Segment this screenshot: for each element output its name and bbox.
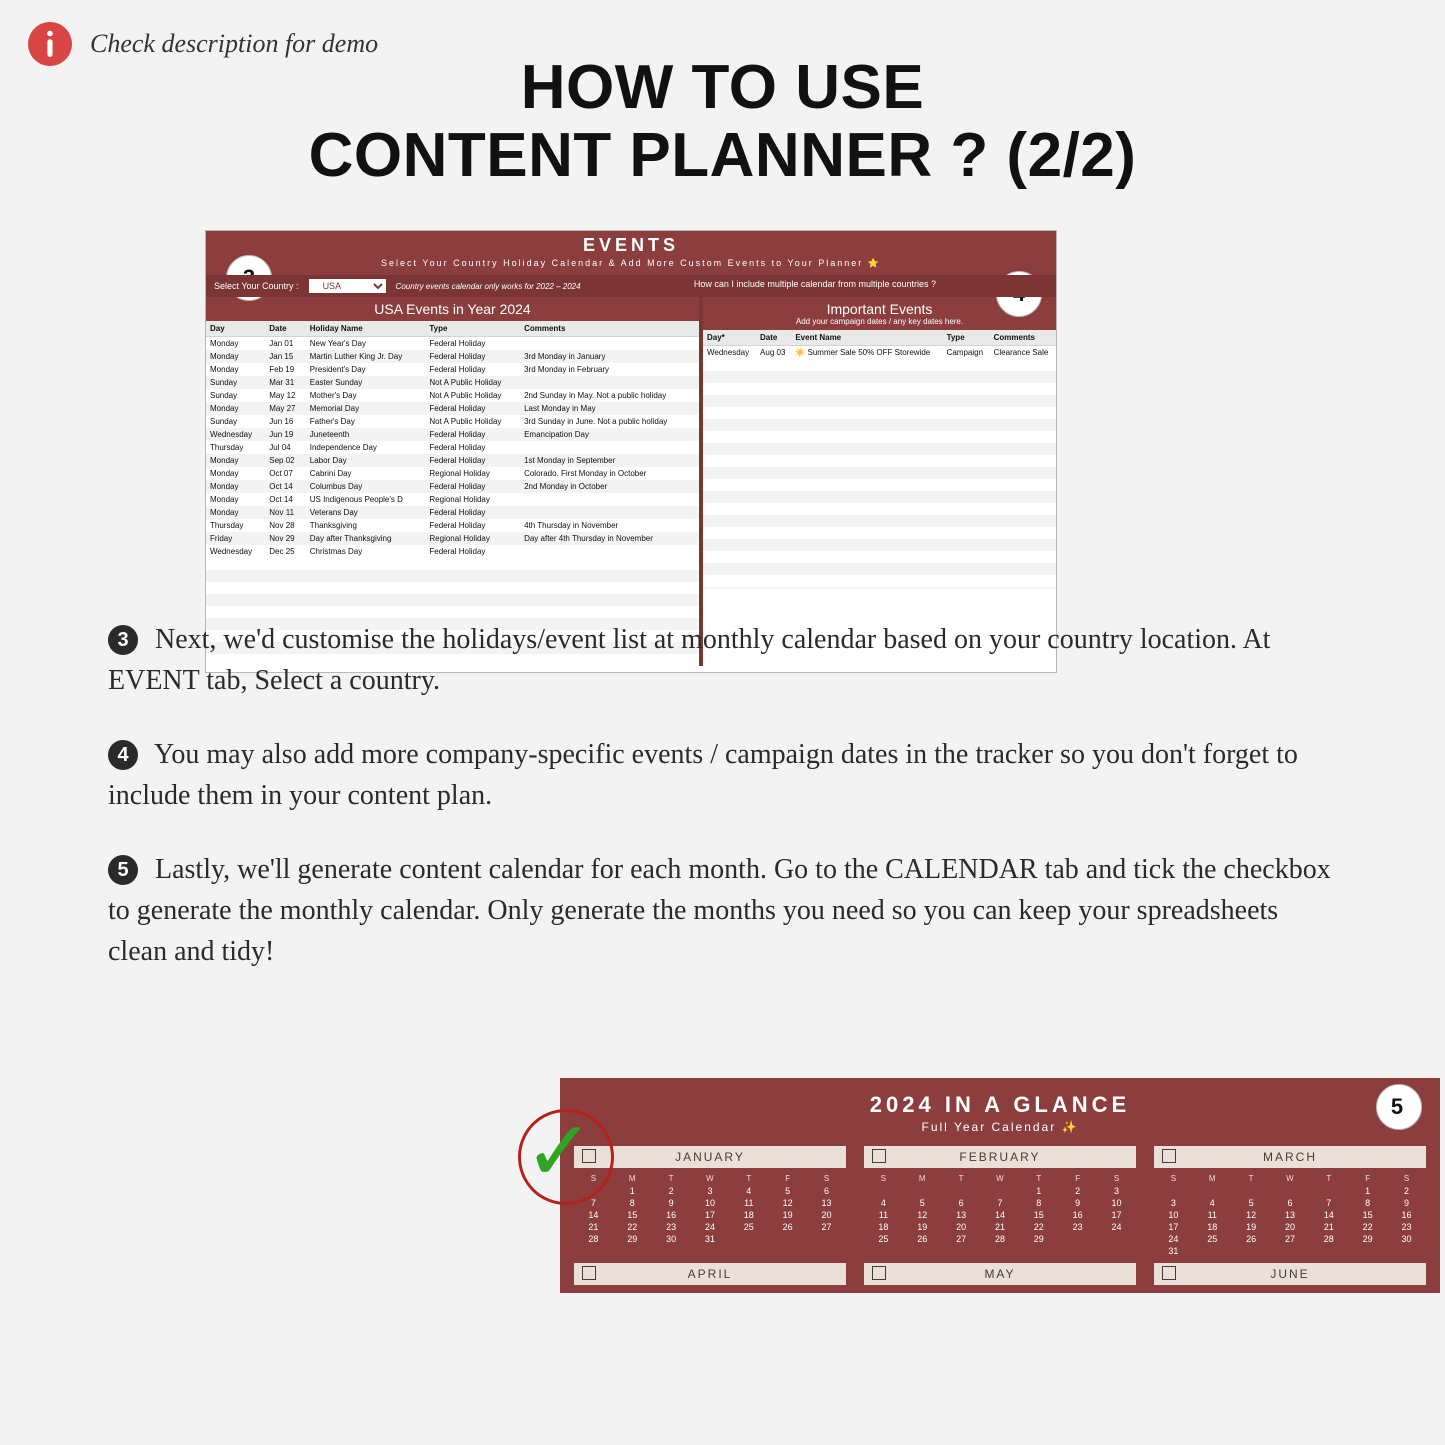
generate-checkbox[interactable]	[872, 1266, 886, 1280]
month-label: MAY	[984, 1267, 1015, 1281]
step-num-3: 3	[108, 625, 138, 655]
important-events-table: Day*DateEvent NameTypeComments Wednesday…	[703, 330, 1056, 359]
month-header: APRIL	[574, 1263, 846, 1285]
events-left-col: USA Events in Year 2024 DayDateHoliday N…	[206, 297, 703, 666]
month-header: MAY	[864, 1263, 1136, 1285]
step-text-4: You may also add more company-specific e…	[108, 739, 1298, 811]
month: MARCH SMTWTFS1234567891011121314151617181…	[1154, 1146, 1426, 1257]
table-row: MondayMay 27Memorial DayFederal HolidayL…	[206, 402, 699, 415]
table-row: ThursdayJul 04Independence DayFederal Ho…	[206, 441, 699, 454]
right-subtitle: Add your campaign dates / any key dates …	[703, 317, 1056, 326]
generate-checkbox[interactable]	[1162, 1266, 1176, 1280]
title-line2: CONTENT PLANNER ? (2/2)	[309, 121, 1137, 190]
events-header: EVENTS	[206, 231, 1056, 258]
month-label: FEBRUARY	[959, 1150, 1040, 1164]
generate-checkbox[interactable]	[582, 1149, 596, 1163]
table-row: MondaySep 02Labor DayFederal Holiday1st …	[206, 454, 699, 467]
country-label: Select Your Country :	[214, 281, 299, 291]
table-row: MondayOct 14Columbus DayFederal Holiday2…	[206, 480, 699, 493]
steps-text: 3 Next, we'd customise the holidays/even…	[108, 620, 1337, 1006]
table-row: MondayJan 01New Year's DayFederal Holida…	[206, 337, 699, 351]
table-row: SundayMay 12Mother's DayNot A Public Hol…	[206, 389, 699, 402]
month-label: JUNE	[1270, 1267, 1309, 1281]
badge-5: 5	[1376, 1084, 1422, 1130]
table-row: SundayJun 16Father's DayNot A Public Hol…	[206, 415, 699, 428]
step-num-5: 5	[108, 855, 138, 885]
table-row: WednesdayAug 03☀️ Summer Sale 50% OFF St…	[703, 346, 1056, 360]
table-row: WednesdayDec 25Christmas DayFederal Holi…	[206, 545, 699, 558]
table-row: WednesdayJun 19JuneteenthFederal Holiday…	[206, 428, 699, 441]
month-calendar: SMTWTFS123456789101112131415161718192021…	[864, 1172, 1136, 1245]
month-header: JUNE	[1154, 1263, 1426, 1285]
month: FEBRUARY SMTWTFS1234567891011121314151617…	[864, 1146, 1136, 1257]
month: JUNE	[1154, 1263, 1426, 1285]
table-row: MondayOct 07Cabrini DayRegional HolidayC…	[206, 467, 699, 480]
page-title: HOW TO USE CONTENT PLANNER ? (2/2)	[0, 54, 1445, 190]
month-calendar: SMTWTFS123456789101112131415161718192021…	[574, 1172, 846, 1245]
col-header: Comments	[520, 321, 699, 337]
month: MAY	[864, 1263, 1136, 1285]
col-header: Event Name	[791, 330, 942, 346]
step-text-5: Lastly, we'll generate content calendar …	[108, 854, 1331, 966]
country-note: Country events calendar only works for 2…	[396, 282, 581, 291]
glance-title: 2024 IN A GLANCE 5	[560, 1078, 1440, 1120]
events-screenshot: 3 4 EVENTS Select Your Country Holiday C…	[205, 230, 1057, 673]
table-row: SundayMar 31Easter SundayNot A Public Ho…	[206, 376, 699, 389]
month: APRIL	[574, 1263, 846, 1285]
glance-subtitle: Full Year Calendar ✨	[560, 1120, 1440, 1146]
col-header: Holiday Name	[306, 321, 426, 337]
generate-checkbox[interactable]	[1162, 1149, 1176, 1163]
country-select[interactable]: USA	[309, 279, 386, 293]
table-row: MondayOct 14US Indigenous People's DRegi…	[206, 493, 699, 506]
multi-calendar-question: How can I include multiple calendar from…	[694, 279, 936, 289]
col-header: Day*	[703, 330, 756, 346]
events-toolbar: Select Your Country : USA Country events…	[206, 275, 1056, 297]
generate-checkbox[interactable]	[872, 1149, 886, 1163]
month: JANUARY SMTWTFS12345678910111213141516171…	[574, 1146, 846, 1257]
table-row: MondayNov 11Veterans DayFederal Holiday	[206, 506, 699, 519]
col-header: Day	[206, 321, 265, 337]
step-num-4: 4	[108, 740, 138, 770]
events-subheader: Select Your Country Holiday Calendar & A…	[206, 258, 1056, 275]
left-title: USA Events in Year 2024	[206, 301, 699, 317]
month-label: MARCH	[1263, 1150, 1317, 1164]
events-right-col: Important Events Add your campaign dates…	[703, 297, 1056, 666]
col-header: Date	[265, 321, 305, 337]
table-row: FridayNov 29Day after ThanksgivingRegion…	[206, 532, 699, 545]
table-row: ThursdayNov 28ThanksgivingFederal Holida…	[206, 519, 699, 532]
events-table: DayDateHoliday NameTypeComments MondayJa…	[206, 321, 699, 558]
calendar-screenshot: 2024 IN A GLANCE 5 Full Year Calendar ✨ …	[560, 1078, 1440, 1293]
table-row: MondayJan 15Martin Luther King Jr. DayFe…	[206, 350, 699, 363]
title-line1: HOW TO USE	[521, 53, 924, 122]
month-header: JANUARY	[574, 1146, 846, 1168]
month-calendar: SMTWTFS123456789101112131415161718192021…	[1154, 1172, 1426, 1257]
month-header: FEBRUARY	[864, 1146, 1136, 1168]
col-header: Type	[425, 321, 520, 337]
month-label: JANUARY	[675, 1150, 745, 1164]
col-header: Date	[756, 330, 791, 346]
month-label: APRIL	[688, 1267, 733, 1281]
table-row: MondayFeb 19President's DayFederal Holid…	[206, 363, 699, 376]
month-header: MARCH	[1154, 1146, 1426, 1168]
col-header: Comments	[990, 330, 1056, 346]
generate-checkbox[interactable]	[582, 1266, 596, 1280]
step-text-3: Next, we'd customise the holidays/event …	[108, 624, 1270, 696]
col-header: Type	[943, 330, 990, 346]
